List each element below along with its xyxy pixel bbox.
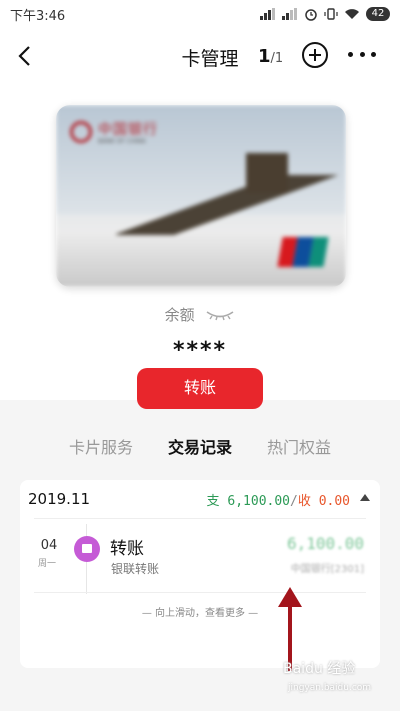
- watermark-url: jingyan.baidu.com: [288, 683, 372, 693]
- signal-2-icon: [282, 8, 298, 20]
- nav-bar: 卡管理 1/1: [0, 30, 400, 82]
- great-wall-graphic: [116, 175, 346, 235]
- balance-label: 余额: [0, 304, 400, 325]
- divider: [34, 518, 366, 519]
- status-icons: 42: [260, 7, 390, 21]
- transaction-account: 中国银行[2301]: [290, 564, 364, 575]
- dot-icon: [348, 52, 353, 57]
- page-title: 卡管理: [0, 44, 400, 71]
- divider: [34, 592, 366, 593]
- vibrate-icon: [324, 7, 338, 21]
- income-prefix: 收: [297, 494, 311, 509]
- transfer-button[interactable]: 转账: [137, 368, 263, 409]
- signal-icon: [260, 8, 276, 20]
- wifi-icon: [344, 8, 360, 20]
- tab-transactions[interactable]: 交易记录: [168, 434, 232, 458]
- page-title-text: 卡管理: [181, 48, 239, 70]
- bank-logo-icon: [70, 121, 92, 143]
- transaction-month[interactable]: 2019.11: [28, 490, 90, 508]
- bank-name: 中国银行: [98, 122, 158, 138]
- balance-label-text: 余额: [164, 306, 195, 324]
- page-current: 1: [258, 46, 271, 67]
- watchtower-graphic: [246, 153, 288, 193]
- transaction-title: 转账: [110, 539, 144, 559]
- transaction-weekday: 周一: [38, 559, 57, 569]
- scroll-hint: — 向上滑动，查看更多 —: [141, 608, 259, 619]
- income-total: 0.00: [318, 494, 350, 509]
- expense-total: 6,100.00: [227, 494, 291, 509]
- expense-prefix: 支: [206, 494, 220, 509]
- collapse-caret-icon[interactable]: [360, 494, 370, 501]
- bank-card[interactable]: 中国银行 BANK OF CHINA: [56, 105, 346, 287]
- dot-icon: [359, 52, 365, 57]
- unionpay-logo-icon: [277, 237, 329, 267]
- balance-value: ****: [172, 338, 228, 363]
- transaction-row[interactable]: 04 周一 转账 银联转账 6,100.00 中国银行[2301]: [20, 524, 380, 594]
- transfer-icon: [74, 536, 100, 562]
- transaction-amount: 6,100.00: [286, 534, 364, 553]
- eye-closed-icon[interactable]: [205, 307, 235, 325]
- transaction-panel: 2019.11 支 6,100.00/收 0.00 04 周一 转账 银联转账 …: [20, 480, 380, 668]
- bank-card-image: 中国银行 BANK OF CHINA: [56, 105, 346, 287]
- status-time: 下午3:46: [10, 8, 66, 24]
- tab-bar: 卡片服务 交易记录 热门权益: [0, 434, 400, 462]
- alarm-icon: [304, 7, 318, 21]
- transaction-day: 04: [40, 538, 58, 553]
- page-total: /1: [270, 51, 284, 66]
- battery-indicator: 42: [366, 7, 390, 21]
- dot-icon: [371, 52, 376, 57]
- summary-separator: /: [290, 494, 298, 509]
- add-card-button[interactable]: [302, 42, 328, 68]
- tab-card-services[interactable]: 卡片服务: [69, 434, 133, 458]
- month-summary: 支 6,100.00/收 0.00: [207, 490, 350, 509]
- transaction-subtitle: 银联转账: [111, 562, 160, 576]
- status-bar: 下午3:46 42: [0, 0, 400, 28]
- watermark: Baidu 经验: [283, 661, 356, 677]
- tab-hot-benefits[interactable]: 热门权益: [267, 434, 331, 458]
- bank-name-english: BANK OF CHINA: [98, 138, 146, 145]
- card-page-indicator: 1/1: [258, 46, 283, 67]
- more-options-button[interactable]: [348, 52, 376, 58]
